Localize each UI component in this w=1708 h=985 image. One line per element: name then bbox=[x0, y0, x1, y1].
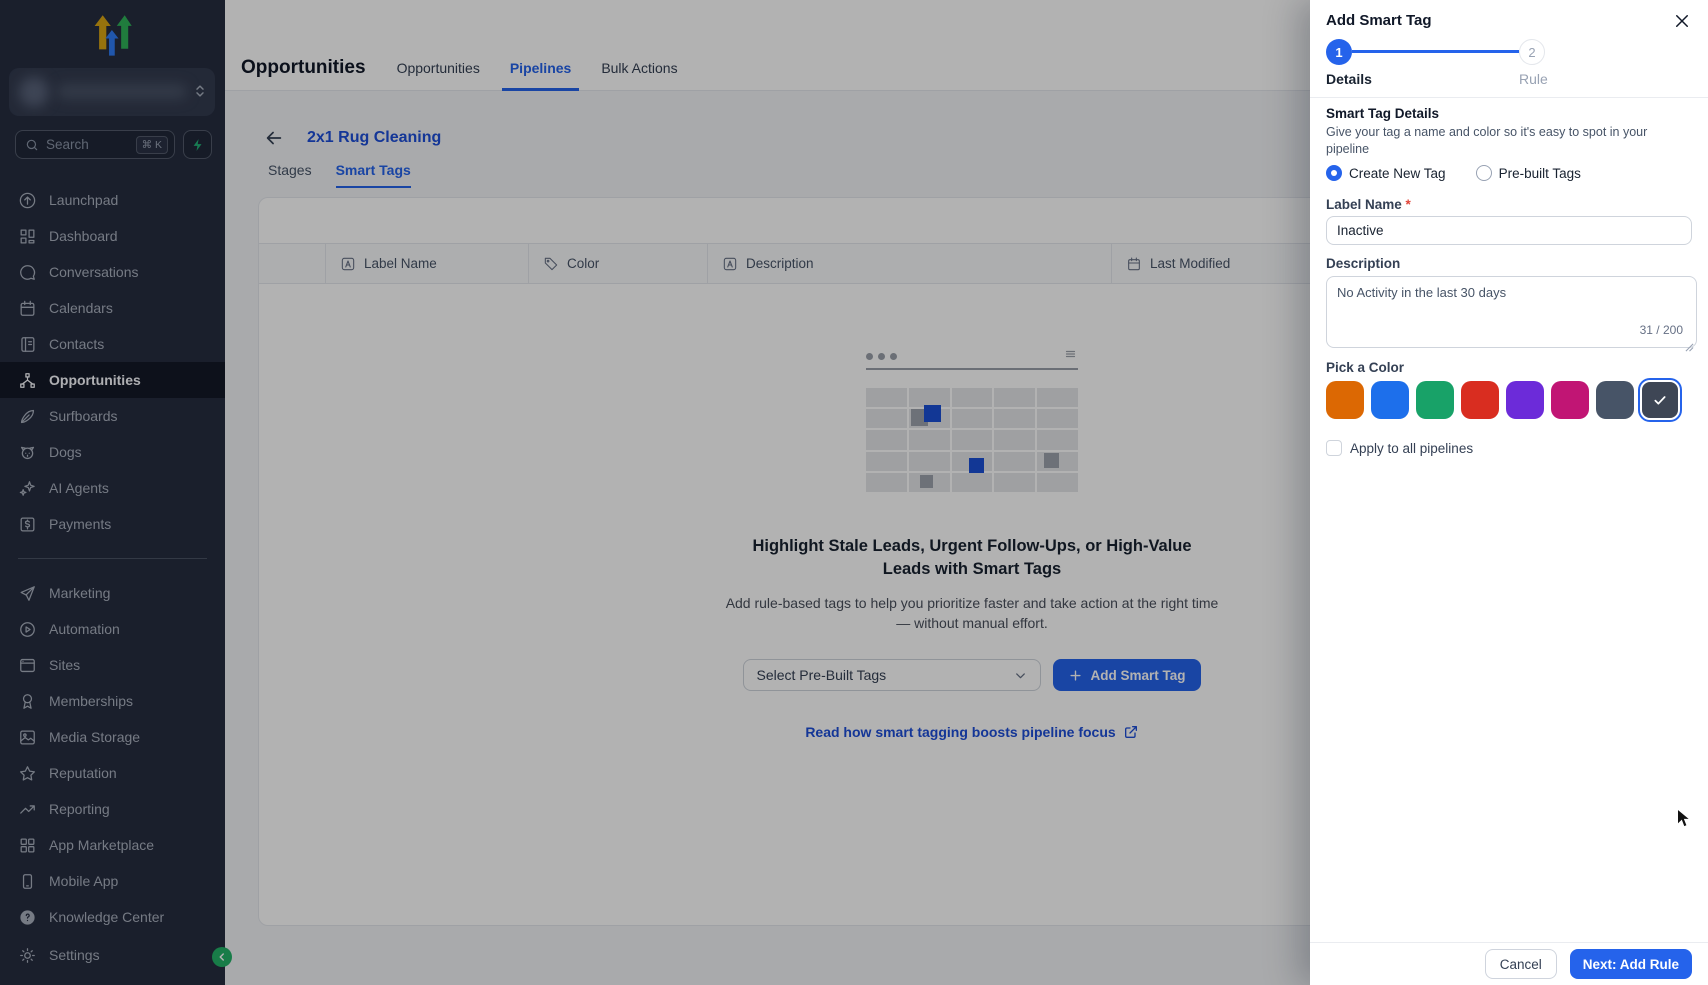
label-name-input[interactable] bbox=[1326, 216, 1692, 245]
check-icon bbox=[1654, 396, 1666, 405]
checkbox-unchecked-icon bbox=[1326, 440, 1342, 456]
color-swatch-red[interactable] bbox=[1458, 378, 1502, 422]
label-name-label: Label Name * bbox=[1326, 197, 1411, 212]
step-1-label: Details bbox=[1326, 71, 1372, 87]
description-textarea[interactable]: No Activity in the last 30 days bbox=[1326, 276, 1697, 348]
required-asterisk: * bbox=[1405, 197, 1411, 212]
color-swatch-dark-selected[interactable] bbox=[1638, 378, 1682, 422]
radio-unselected-icon bbox=[1475, 165, 1492, 181]
pick-color-label: Pick a Color bbox=[1326, 360, 1405, 375]
section-description: Give your tag a name and color so it's e… bbox=[1326, 125, 1648, 156]
step-2-indicator: 2 bbox=[1519, 39, 1545, 65]
modal-dim-overlay[interactable] bbox=[0, 0, 1310, 985]
description-label: Description bbox=[1326, 256, 1401, 271]
stepper-connector bbox=[1352, 50, 1519, 53]
radio-selected-icon bbox=[1326, 165, 1342, 181]
drawer-footer: Cancel Next: Add Rule bbox=[1310, 942, 1708, 985]
drawer-title: Add Smart Tag bbox=[1326, 12, 1432, 29]
step-2-label: Rule bbox=[1519, 71, 1548, 87]
color-swatch-orange[interactable] bbox=[1323, 378, 1367, 422]
color-swatch-magenta[interactable] bbox=[1548, 378, 1592, 422]
drawer-divider bbox=[1310, 97, 1708, 98]
color-swatch-green[interactable] bbox=[1413, 378, 1457, 422]
close-button[interactable] bbox=[1673, 12, 1693, 32]
color-swatch-blue[interactable] bbox=[1368, 378, 1412, 422]
radio-create-new-tag[interactable]: Create New Tag bbox=[1326, 165, 1446, 181]
next-add-rule-button[interactable]: Next: Add Rule bbox=[1569, 949, 1692, 979]
cancel-button[interactable]: Cancel bbox=[1484, 949, 1557, 979]
close-icon bbox=[1676, 15, 1688, 27]
radio-pre-built-tags[interactable]: Pre-built Tags bbox=[1475, 165, 1581, 181]
tag-type-radio-group: Create New Tag Pre-built Tags bbox=[1326, 165, 1581, 181]
resize-handle-icon[interactable] bbox=[1685, 339, 1694, 357]
add-smart-tag-drawer: Add Smart Tag 1 2 Details Rule Smart Tag… bbox=[1310, 0, 1708, 985]
step-1-indicator: 1 bbox=[1326, 39, 1352, 65]
char-counter: 31 / 200 bbox=[1639, 323, 1683, 337]
section-title: Smart Tag Details bbox=[1326, 106, 1440, 121]
apply-all-pipelines-checkbox[interactable]: Apply to all pipelines bbox=[1326, 440, 1473, 456]
color-swatch-purple[interactable] bbox=[1503, 378, 1547, 422]
color-swatch-row bbox=[1323, 378, 1682, 422]
color-swatch-slate[interactable] bbox=[1593, 378, 1637, 422]
